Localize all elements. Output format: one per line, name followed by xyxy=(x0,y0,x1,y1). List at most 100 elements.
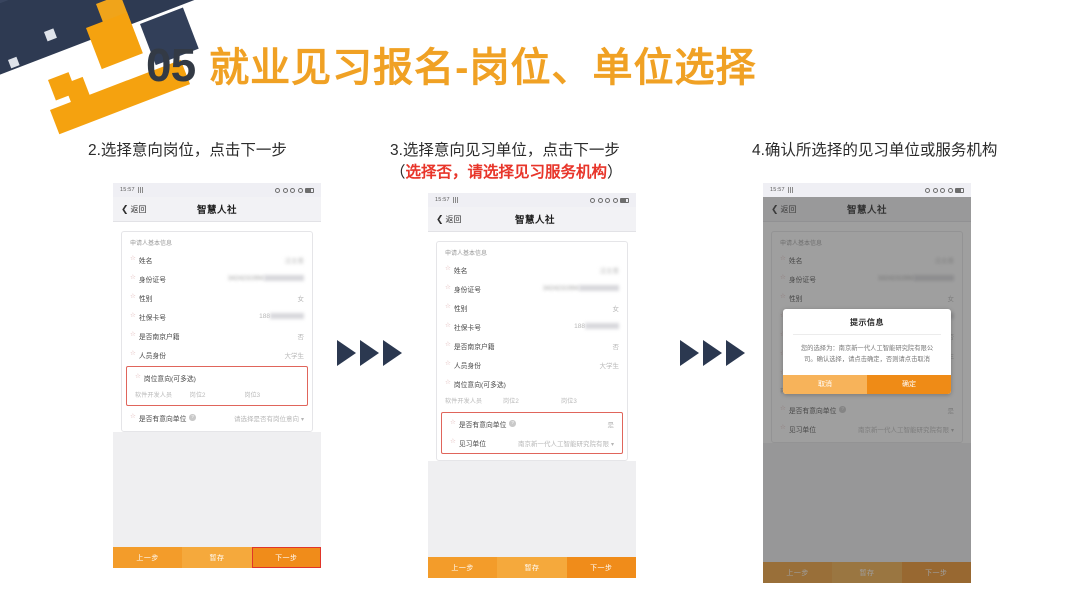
triangle-right-icon xyxy=(337,340,356,366)
star-icon: ☆ xyxy=(130,350,136,358)
field-label-wrap: ☆ 岗位意向(可多选) xyxy=(135,373,196,383)
field-row-has-target-unit[interactable]: ☆ 是否有意向单位 ? 是 xyxy=(442,414,622,433)
caption-step-3-text: 3.选择意向见习单位，点击下一步 xyxy=(390,142,620,159)
field-value: 188 xyxy=(259,313,270,320)
star-icon: ☆ xyxy=(130,293,136,301)
field-row-practice-unit[interactable]: ☆ 见习单位 南京新一代人工智能研究院有限▾ xyxy=(442,433,622,452)
triangle-right-icon xyxy=(383,340,402,366)
help-icon[interactable]: ? xyxy=(189,414,196,421)
field-label: 是否有意向单位 xyxy=(138,415,187,423)
field-label: 人员身份 xyxy=(453,362,482,370)
status-bar-left: 15:57 xyxy=(770,187,795,193)
next-step-button[interactable]: 下一步 xyxy=(251,547,321,568)
confirm-dialog: 提示信息 您的选择为：南京新一代人工智能研究院有限公司。确认选择，请点击确定，否… xyxy=(783,309,951,394)
field-label: 身份证号 xyxy=(138,276,167,284)
field-label-wrap: ☆ 是否南京户籍 xyxy=(445,341,495,351)
triangle-right-icon xyxy=(360,340,379,366)
job-tag[interactable]: 软件开发人员 xyxy=(445,396,503,405)
field-row-gender[interactable]: ☆ 性别 女 xyxy=(437,298,627,317)
field-row-identity[interactable]: ☆ 人员身份 大学生 xyxy=(122,345,312,364)
job-tag-row: 软件开发人员 岗位2 岗位3 xyxy=(127,387,307,404)
arrow-group-2 xyxy=(680,340,745,366)
star-icon: ☆ xyxy=(445,322,451,330)
nav-bar: ❮ 返回 智慧人社 xyxy=(428,207,636,232)
job-tag[interactable]: 岗位3 xyxy=(244,390,299,399)
save-draft-button[interactable]: 暂存 xyxy=(182,547,252,568)
field-value: 3424231994 xyxy=(227,275,264,282)
field-row-nanjing-hukou[interactable]: ☆ 是否南京户籍 否 xyxy=(122,326,312,345)
field-label-wrap: ☆ 是否南京户籍 xyxy=(130,331,180,341)
status-bar: 15:57 xyxy=(763,183,971,197)
prev-step-button[interactable]: 上一步 xyxy=(113,547,183,568)
field-value-wrap: 南京新一代人工智能研究院有限▾ xyxy=(518,438,614,448)
field-row-job-intent[interactable]: ☆ 岗位意向(可多选) xyxy=(127,368,307,387)
field-label-wrap: ☆ 性别 xyxy=(445,303,467,313)
triangle-right-icon xyxy=(726,340,745,366)
caption-step-3-paren-open: （ xyxy=(390,164,406,182)
field-value-wrap: 188 xyxy=(259,313,304,320)
job-tag[interactable]: 软件开发人员 xyxy=(135,390,190,399)
location-icon xyxy=(282,187,288,193)
field-row-name[interactable]: ☆ 姓名 汪文青 xyxy=(122,250,312,269)
field-row-nanjing-hukou[interactable]: ☆ 是否南京户籍 否 xyxy=(437,336,627,355)
chevron-down-icon[interactable]: ▾ xyxy=(611,442,614,448)
field-row-id[interactable]: ☆ 身份证号 3424231994 xyxy=(122,269,312,288)
alarm-icon xyxy=(590,197,595,203)
field-row-job-intent[interactable]: ☆ 岗位意向(可多选) xyxy=(437,374,627,393)
page-title-text: 就业见习报名-岗位、单位选择 xyxy=(209,46,757,90)
field-label: 是否南京户籍 xyxy=(453,343,495,351)
dialog-confirm-button[interactable]: 确定 xyxy=(867,374,951,394)
field-label: 姓名 xyxy=(453,267,468,275)
save-draft-button[interactable]: 暂存 xyxy=(497,557,567,578)
field-label: 岗位意向(可多选) xyxy=(453,381,506,389)
field-value: 请选择是否有岗位意向 xyxy=(233,415,299,423)
help-icon[interactable]: ? xyxy=(509,420,516,427)
job-intent-highlight: ☆ 岗位意向(可多选) 软件开发人员 岗位2 岗位3 xyxy=(126,366,308,406)
field-label-wrap: ☆ 是否有意向单位 ? xyxy=(450,419,516,429)
chevron-down-icon[interactable]: ▾ xyxy=(301,417,304,423)
dialog-button-row: 取消 确定 xyxy=(783,374,951,394)
next-step-button[interactable]: 下一步 xyxy=(566,557,636,578)
status-bar-left: 15:57 xyxy=(120,187,145,193)
field-label: 社保卡号 xyxy=(453,324,482,332)
alarm-icon xyxy=(925,187,930,193)
field-row-has-target-unit[interactable]: ☆ 是否有意向单位 ? 请选择是否有岗位意向 ▾ xyxy=(122,408,312,427)
field-value-wrap: 请选择是否有岗位意向 ▾ xyxy=(234,413,304,423)
wifi-icon xyxy=(290,187,295,193)
applicant-info-card: 申请人基本信息 ☆ 姓名 汪文青 ☆ 身份证号 xyxy=(436,241,628,461)
field-label: 是否有意向单位 xyxy=(458,421,507,429)
field-value: 大学生 xyxy=(284,352,305,360)
masked-value xyxy=(579,285,619,292)
field-value: 南京新一代人工智能研究院有限 xyxy=(517,440,609,448)
field-value: 3424231994 xyxy=(542,285,579,292)
status-time: 15:57 xyxy=(770,187,785,193)
arrow-group-1 xyxy=(337,340,402,366)
field-value-wrap: 3424231994 xyxy=(543,285,619,292)
field-row-gender[interactable]: ☆ 性别 女 xyxy=(122,288,312,307)
masked-value xyxy=(270,313,304,320)
field-label-wrap: ☆ 社保卡号 xyxy=(130,312,166,322)
job-tag[interactable]: 岗位2 xyxy=(190,390,245,399)
battery-icon xyxy=(955,187,964,193)
status-bar-right xyxy=(275,187,314,193)
field-label: 性别 xyxy=(138,295,153,303)
field-row-identity[interactable]: ☆ 人员身份 大学生 xyxy=(437,355,627,374)
field-value: 汪文青 xyxy=(599,267,620,275)
prev-step-button[interactable]: 上一步 xyxy=(428,557,498,578)
star-icon: ☆ xyxy=(445,341,451,349)
page-spacer xyxy=(113,432,321,547)
field-label: 岗位意向(可多选) xyxy=(143,375,196,383)
star-icon: ☆ xyxy=(450,438,456,446)
dialog-cancel-button[interactable]: 取消 xyxy=(783,374,867,394)
app-title: 智慧人社 xyxy=(514,215,555,226)
field-row-social-card[interactable]: ☆ 社保卡号 188 xyxy=(437,317,627,336)
job-tag[interactable]: 岗位3 xyxy=(561,396,619,405)
job-tag[interactable]: 岗位2 xyxy=(503,396,561,405)
star-icon: ☆ xyxy=(130,312,136,320)
field-row-name[interactable]: ☆ 姓名 汪文青 xyxy=(437,260,627,279)
caption-step-4: 4.确认所选择的见习单位或服务机构 xyxy=(752,140,997,162)
applicant-info-card-label: 申请人基本信息 xyxy=(445,251,488,257)
field-row-social-card[interactable]: ☆ 社保卡号 188 xyxy=(122,307,312,326)
applicant-info-card: 申请人基本信息 ☆ 姓名 汪文青 ☆ 身份证号 xyxy=(121,231,313,432)
field-row-id[interactable]: ☆ 身份证号 3424231994 xyxy=(437,279,627,298)
